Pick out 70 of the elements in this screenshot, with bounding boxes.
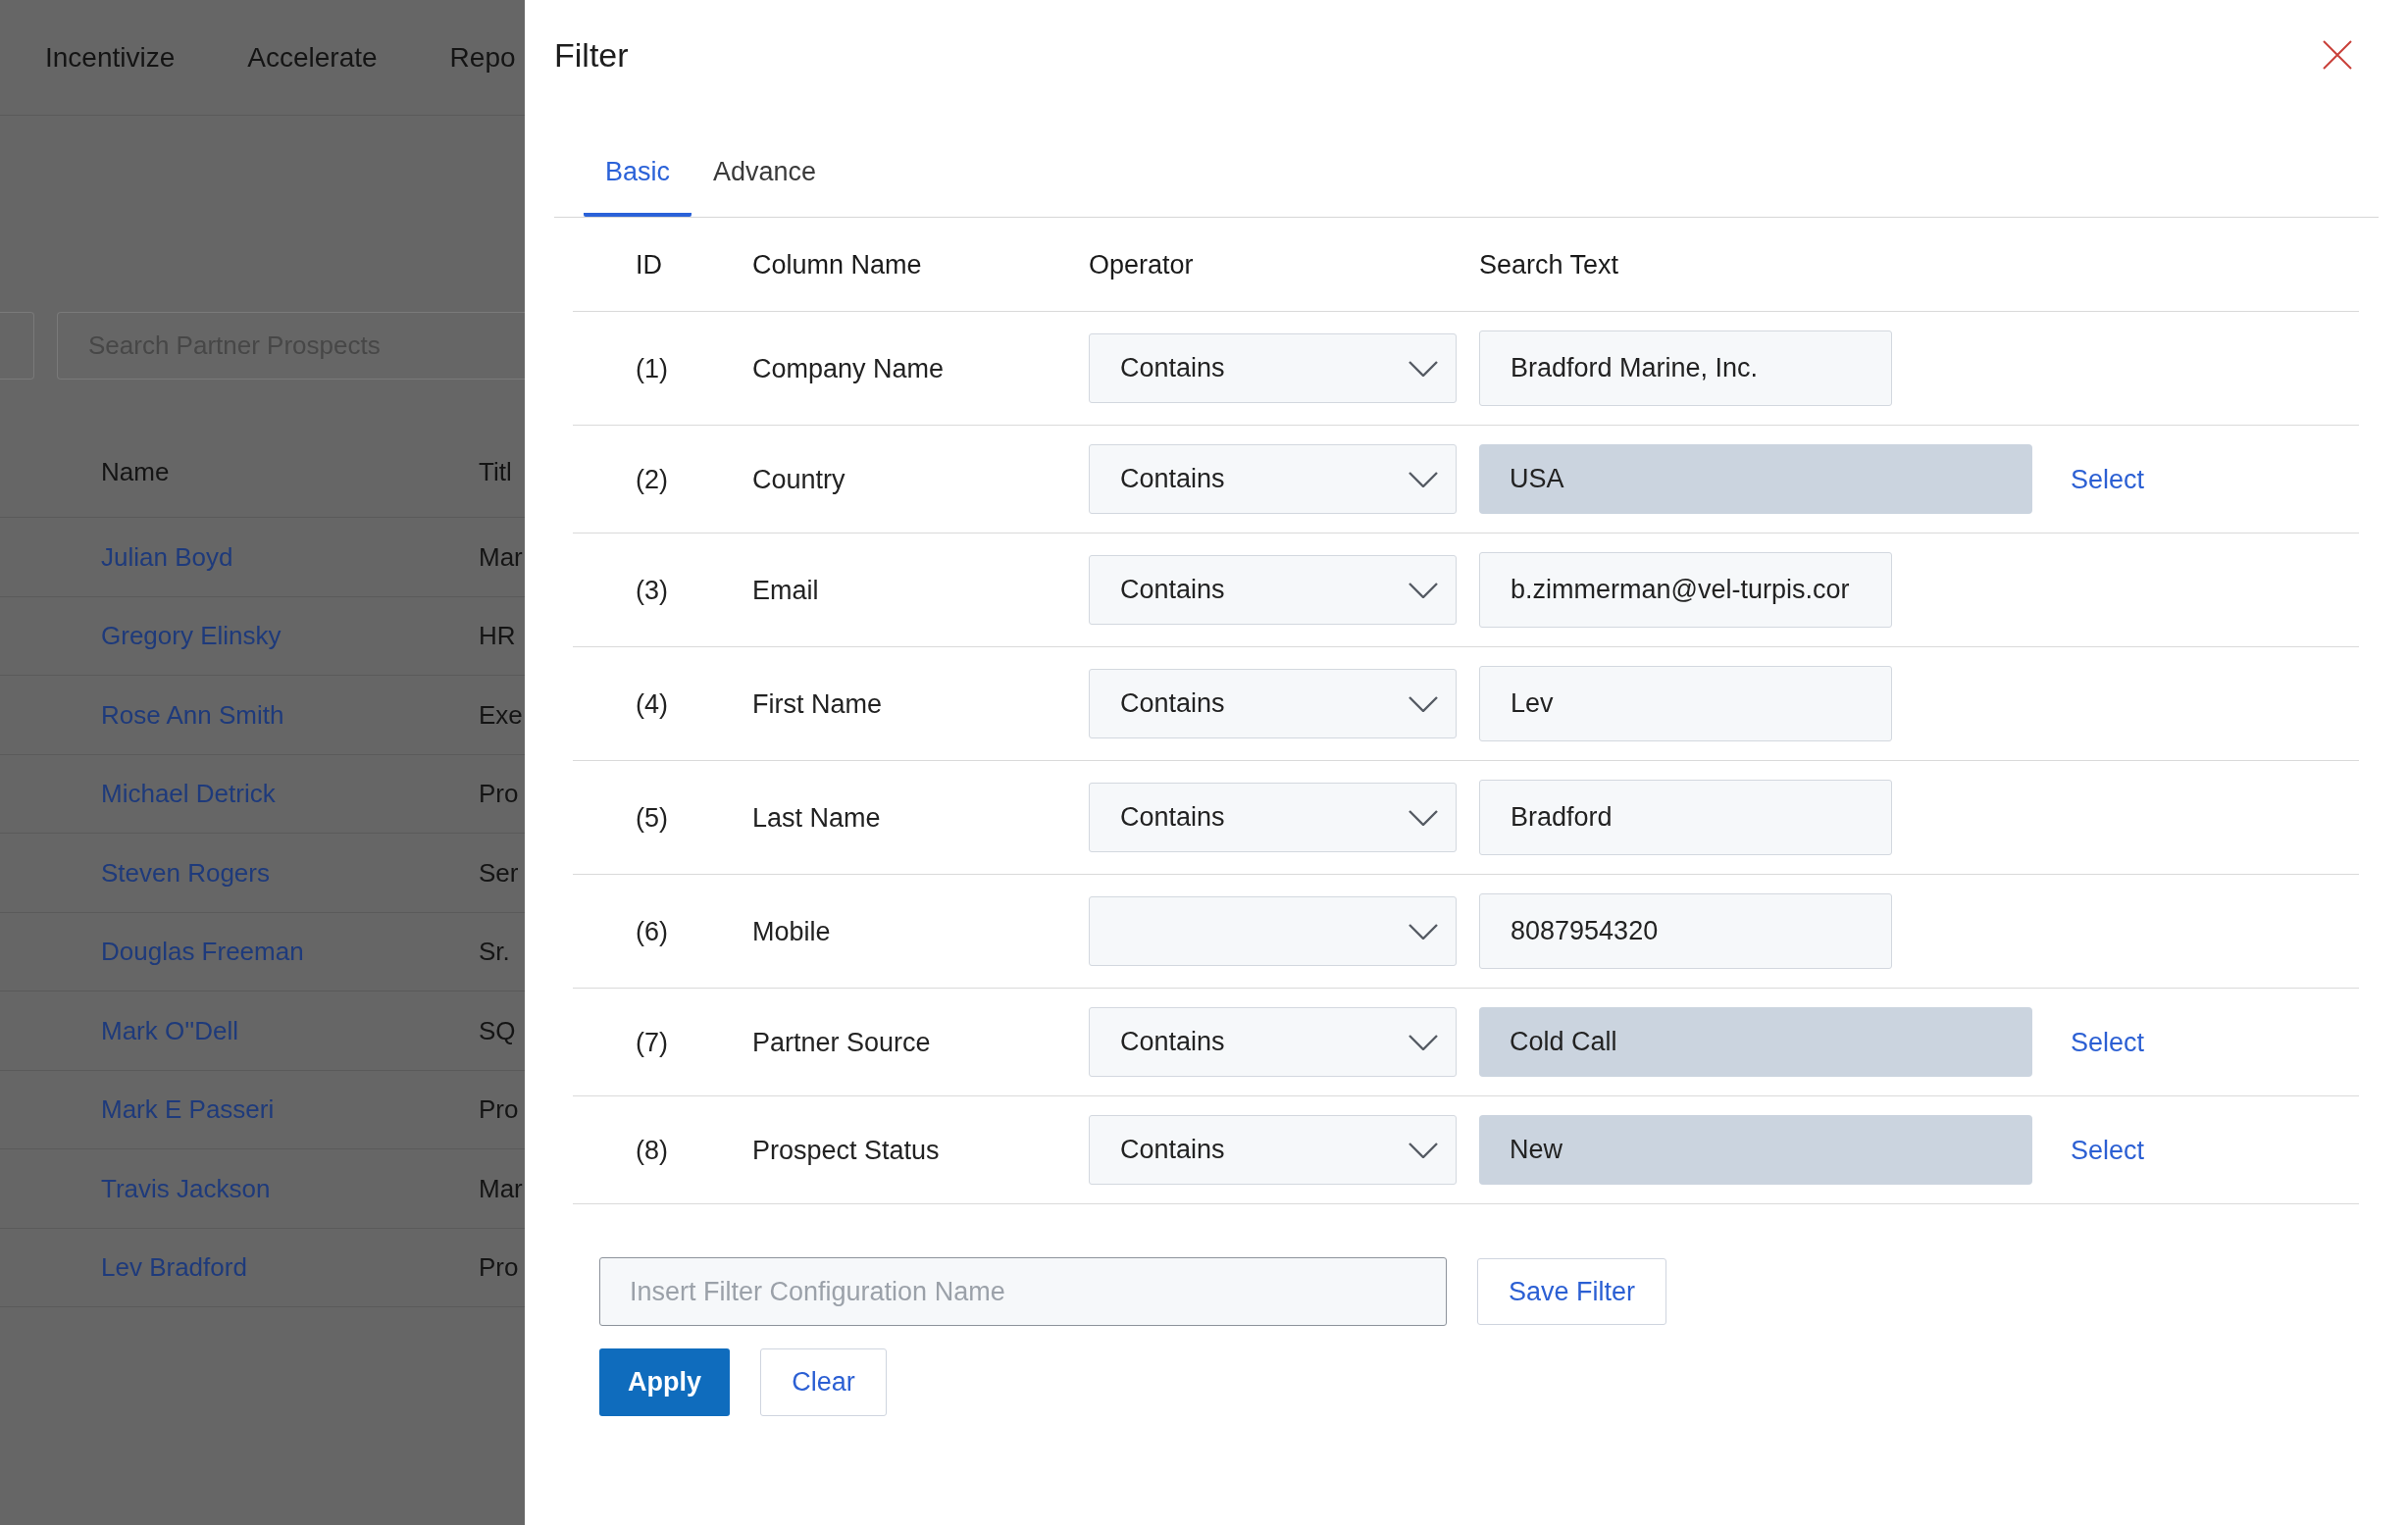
column-header: ID: [636, 248, 662, 280]
apply-button[interactable]: Apply: [599, 1348, 730, 1416]
field-name: Prospect Status: [752, 1134, 940, 1166]
operator-dropdown[interactable]: Contains: [1089, 444, 1457, 514]
field-name: First Name: [752, 687, 882, 720]
nav-link[interactable]: Accelerate: [247, 40, 378, 75]
search-text-field[interactable]: 8087954320: [1479, 893, 1892, 969]
job-title: Sr.: [479, 936, 510, 968]
field-name: Country: [752, 463, 845, 495]
operator-dropdown[interactable]: Contains: [1089, 669, 1457, 738]
select-link[interactable]: Select: [2071, 1026, 2145, 1058]
column-header: Operator: [1089, 248, 1194, 280]
row-number: (8): [636, 1134, 668, 1166]
field-name: Partner Source: [752, 1026, 931, 1058]
tab[interactable]: Advance: [692, 110, 839, 217]
row-number: (2): [636, 463, 668, 495]
clear-button[interactable]: Clear: [760, 1348, 887, 1416]
picker-field[interactable]: New: [1479, 1115, 2032, 1185]
column-header: Search Text: [1479, 248, 1619, 280]
chevron-down-icon: [1409, 1142, 1438, 1158]
search-text-field[interactable]: b.zimmerman@vel-turpis.cor: [1479, 552, 1892, 628]
row-number: (6): [636, 915, 668, 947]
job-title: SQ: [479, 1014, 516, 1046]
row-number: (7): [636, 1026, 668, 1058]
operator-dropdown[interactable]: [1089, 896, 1457, 966]
nav-link[interactable]: Incentivize: [45, 40, 176, 75]
close-icon[interactable]: [2323, 40, 2352, 70]
job-title: Mar: [479, 1172, 523, 1204]
picker-field[interactable]: Cold Call: [1479, 1007, 2032, 1077]
config-name-field[interactable]: Insert Filter Configuration Name: [599, 1257, 1447, 1326]
job-title: Pro: [479, 778, 519, 810]
operator-dropdown[interactable]: Contains: [1089, 333, 1457, 403]
search-text-field[interactable]: Bradford: [1479, 780, 1892, 855]
search-text-field[interactable]: Bradford Marine, Inc.: [1479, 330, 1892, 406]
chevron-down-icon: [1409, 582, 1438, 598]
operator-dropdown[interactable]: Contains: [1089, 555, 1457, 625]
row-number: (1): [636, 352, 668, 384]
search-text-field[interactable]: Lev: [1479, 666, 1892, 741]
chevron-down-icon: [1409, 360, 1438, 377]
job-title: Mar: [479, 540, 523, 573]
operator-dropdown[interactable]: Contains: [1089, 1007, 1457, 1077]
chevron-down-icon: [1409, 695, 1438, 712]
job-title: Pro: [479, 1251, 519, 1284]
field-name: Last Name: [752, 801, 881, 834]
column-header: Name: [101, 455, 170, 487]
select-link[interactable]: Select: [2071, 463, 2145, 495]
tab[interactable]: Basic: [584, 110, 692, 217]
job-title: Exe: [479, 698, 523, 731]
chevron-down-icon: [1409, 471, 1438, 487]
nav-link[interactable]: Repo: [449, 40, 516, 75]
operator-dropdown[interactable]: Contains: [1089, 783, 1457, 852]
save-filter-button[interactable]: Save Filter: [1477, 1258, 1666, 1325]
column-header: Titl: [479, 455, 512, 487]
column-header: Column Name: [752, 248, 922, 280]
field-name: Mobile: [752, 915, 831, 947]
panel-title: Filter: [554, 35, 629, 75]
picker-field[interactable]: USA: [1479, 444, 2032, 514]
job-title: HR: [479, 620, 516, 652]
job-title: Pro: [479, 1093, 519, 1126]
row-number: (4): [636, 687, 668, 720]
field-name: Company Name: [752, 352, 945, 384]
row-number: (5): [636, 801, 668, 834]
row-number: (3): [636, 574, 668, 606]
select-link[interactable]: Select: [2071, 1134, 2145, 1166]
chevron-down-icon: [1409, 809, 1438, 826]
chevron-down-icon: [1409, 923, 1438, 940]
operator-dropdown[interactable]: Contains: [1089, 1115, 1457, 1185]
field-name: Email: [752, 574, 819, 606]
job-title: Ser: [479, 856, 519, 889]
chevron-down-icon: [1409, 1034, 1438, 1050]
